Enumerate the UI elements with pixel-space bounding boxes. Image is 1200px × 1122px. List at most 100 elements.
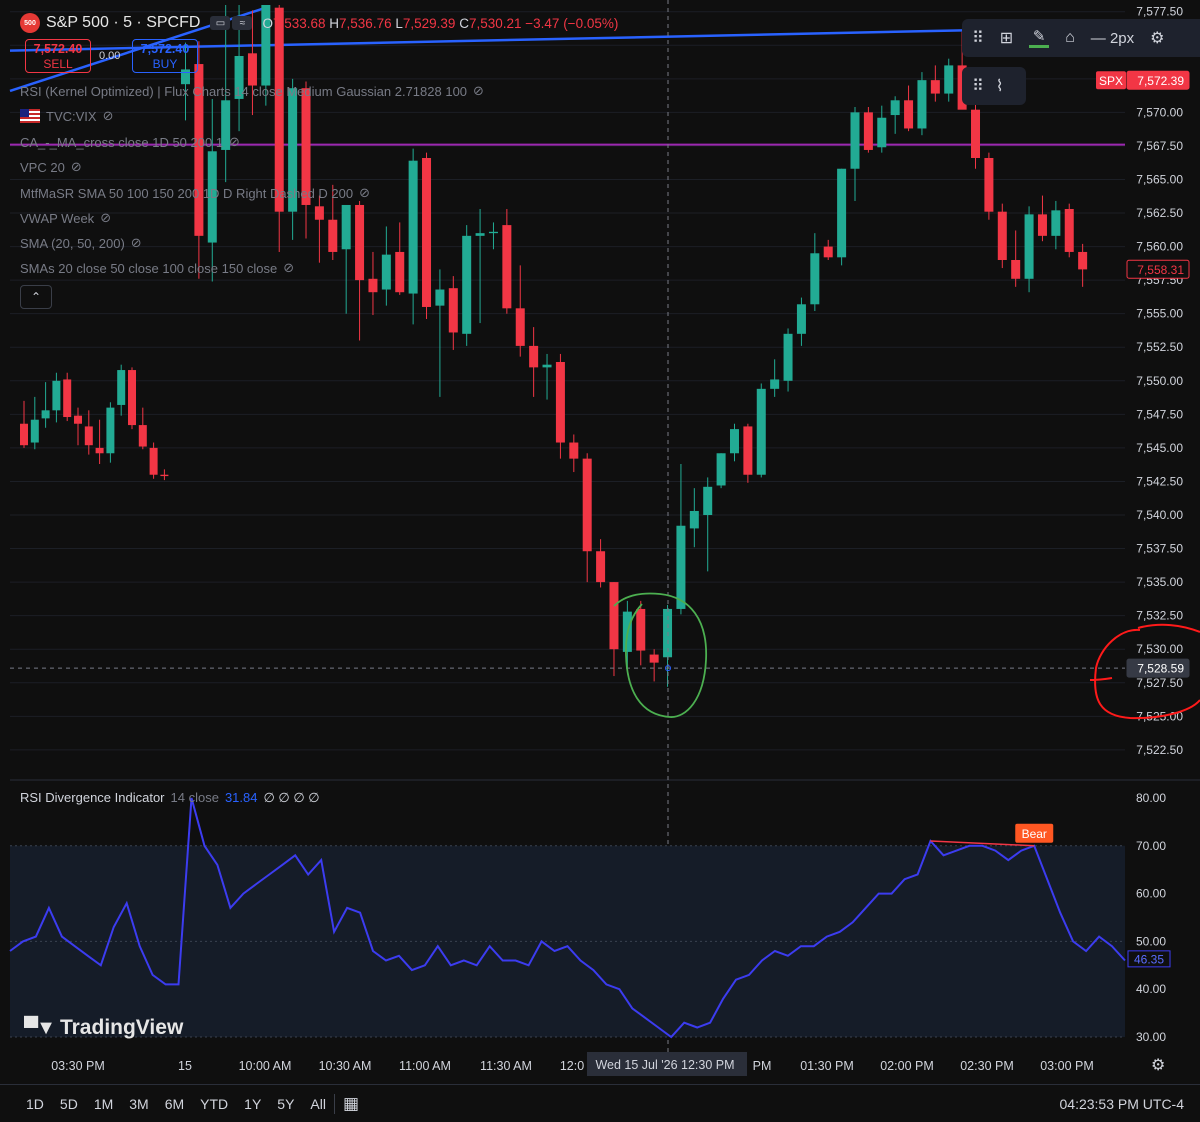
hidden-eye-icon[interactable]: ⊘ (283, 260, 294, 276)
candle-body (850, 112, 860, 169)
timeframe-ytd[interactable]: YTD (200, 1096, 228, 1112)
timeframe-1d[interactable]: 1D (26, 1096, 44, 1112)
rsi-legend[interactable]: RSI Divergence Indicator 14 close 31.84 … (20, 790, 320, 806)
candle-body (555, 362, 565, 443)
candle-body (716, 453, 726, 486)
candle-body (368, 278, 378, 293)
sell-label: SELL (43, 57, 73, 71)
candle-body (395, 251, 405, 293)
timeframe-5d[interactable]: 5D (60, 1096, 78, 1112)
candle-body (609, 582, 619, 650)
price-tick-label: 7,570.00 (1136, 105, 1183, 119)
candle-body (529, 345, 539, 368)
symbol-title[interactable]: S&P 500 · 5 · SPCFD (46, 14, 200, 32)
settings-icon[interactable]: ⚙ (1150, 28, 1164, 48)
time-tick-label: PM (753, 1059, 772, 1073)
indicator-row-rsi-kernel[interactable]: RSI (Kernel Optimized) | Flux Charts 14 … (20, 83, 484, 99)
drag-handle-icon[interactable]: ⠿ (972, 76, 984, 96)
candle-body (890, 100, 900, 116)
indicator-row-sma[interactable]: SMA (20, 50, 200) ⊘ (20, 235, 142, 251)
indicator-label: CA_-_MA_cross close 1D 50 200 1 (20, 134, 224, 150)
candle-body (636, 608, 646, 651)
time-tick-label: 03:30 PM (51, 1059, 105, 1073)
fill-color-icon[interactable]: ⌂ (1065, 29, 1075, 47)
candle-body (582, 458, 592, 552)
price-tag-symbol: SPX (1099, 74, 1123, 88)
timeframe-5y[interactable]: 5Y (277, 1096, 294, 1112)
candle-body (95, 447, 104, 454)
indicator-row-smas[interactable]: SMAs 20 close 50 close 100 close 150 clo… (20, 260, 294, 276)
spread-value: 0.00 (99, 50, 121, 62)
candle-body (488, 231, 498, 234)
price-tick-label: 7,562.50 (1136, 206, 1183, 220)
indicator-label: VPC 20 (20, 159, 65, 175)
collapse-legend-button[interactable]: ⌃ (20, 285, 52, 309)
timeframe-3m[interactable]: 3M (129, 1096, 148, 1112)
symbol-header: 500 S&P 500 · 5 · SPCFD ▭ ≈ O7,533.68 H7… (20, 12, 618, 34)
timeframe-6m[interactable]: 6M (165, 1096, 184, 1112)
line-width-button[interactable]: — 2px (1091, 30, 1134, 47)
bar-style-icon[interactable]: ▭ (210, 16, 231, 30)
timeframe-1m[interactable]: 1M (94, 1096, 113, 1112)
hidden-eye-icon[interactable]: ⊘ (473, 83, 484, 99)
drag-handle-icon[interactable]: ⠿ (972, 28, 984, 48)
indicator-label: SMA (20, 50, 200) (20, 235, 125, 251)
time-tick-label: 02:00 PM (880, 1059, 934, 1073)
clock[interactable]: 04:23:53 PM UTC-4 (1060, 1096, 1185, 1112)
indicator-row-mtfmasr[interactable]: MtfMaSR SMA 50 100 150 200 1D D Right Da… (20, 185, 370, 201)
candle-body (314, 206, 324, 220)
candle-body (1051, 210, 1061, 236)
candle-body (743, 426, 753, 475)
timeframe-list: 1D 5D 1M 3M 6M YTD 1Y 5Y All (0, 1096, 326, 1112)
chart-canvas[interactable]: 7,577.507,575.007,572.507,570.007,567.50… (0, 0, 1200, 1121)
date-range-icon[interactable]: ▦ (343, 1094, 359, 1114)
time-tick-label: 02:30 PM (960, 1059, 1014, 1073)
timeframe-1y[interactable]: 1Y (244, 1096, 261, 1112)
rsi-tick-label: 80.00 (1136, 791, 1166, 805)
indicator-row-vpc[interactable]: VPC 20 ⊘ (20, 159, 82, 175)
line-color-icon[interactable]: ✎ (1029, 29, 1049, 48)
buy-button[interactable]: 7,572.40 BUY (132, 39, 198, 73)
exchange-badge: 500 (20, 13, 40, 33)
candle-body (877, 117, 887, 148)
indicator-row-vix[interactable]: TVC:VIX ⊘ (20, 108, 113, 124)
indicator-row-vwap[interactable]: VWAP Week ⊘ (20, 210, 111, 226)
hidden-eye-icon[interactable]: ⊘ (359, 185, 370, 201)
timeframe-all[interactable]: All (310, 1096, 326, 1112)
candle-body (703, 486, 713, 515)
candle-body (462, 235, 472, 334)
hidden-eye-icon[interactable]: ⊘ (103, 108, 114, 124)
indicator-label: SMAs 20 close 50 close 100 close 150 clo… (20, 260, 278, 276)
chevron-up-icon: ⌃ (30, 290, 42, 304)
buy-label: BUY (152, 57, 178, 71)
time-tick-label: 01:30 PM (800, 1059, 854, 1073)
time-tick-label: 11:00 AM (399, 1059, 451, 1073)
brush-toolbar[interactable]: ⠿ ⌇ (962, 67, 1026, 105)
sell-button[interactable]: 7,572.40 SELL (25, 39, 91, 73)
rsi-band (10, 845, 1125, 1038)
template-icon[interactable]: ⊞ (1000, 28, 1013, 48)
compare-icon[interactable]: ≈ (232, 16, 253, 30)
rsi-tick-label: 30.00 (1136, 1030, 1166, 1044)
time-tick-label: 11:30 AM (480, 1059, 532, 1073)
rsi-tick-label: 60.00 (1136, 887, 1166, 901)
chart-settings-icon[interactable]: ⚙ (1151, 1055, 1165, 1075)
drawing-toolbar[interactable]: ⠿ ⊞ ✎ ⌂ — 2px ⚙ (962, 19, 1200, 57)
hidden-eye-icon[interactable]: ⊘ (229, 134, 240, 150)
hidden-eye-icon[interactable]: ⊘ (131, 235, 142, 251)
hidden-eye-icon[interactable]: ⊘ (100, 210, 111, 226)
candle-body (515, 308, 525, 346)
price-tick-label: 7,527.50 (1136, 676, 1183, 690)
rsi-flags: ∅ ∅ ∅ ∅ (263, 790, 320, 805)
header-quick-icons[interactable]: ▭ ≈ (210, 16, 253, 30)
candle-body (274, 7, 284, 212)
change-value: −3.47 (−0.05%) (525, 15, 619, 31)
hidden-eye-icon[interactable]: ⊘ (71, 159, 82, 175)
price-tick-label: 7,522.50 (1136, 743, 1183, 757)
brush-icon[interactable]: ⌇ (996, 76, 1004, 96)
candle-body (1064, 209, 1074, 252)
candle-body (569, 442, 579, 459)
candle-body (944, 65, 954, 94)
indicator-row-ma-cross[interactable]: CA_-_MA_cross close 1D 50 200 1 ⊘ (20, 134, 240, 150)
candle-body (502, 225, 512, 309)
